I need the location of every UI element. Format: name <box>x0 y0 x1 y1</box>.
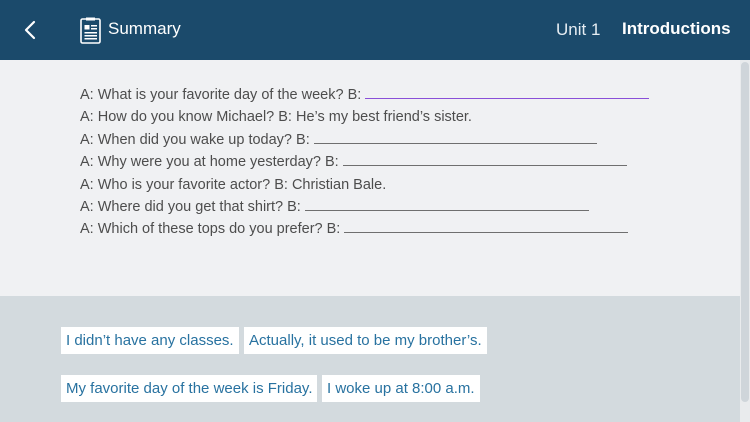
answer-blank[interactable] <box>313 142 597 144</box>
answer-chip[interactable]: I woke up at 8:00 a.m. <box>322 375 480 402</box>
dialog-question: A: When did you wake up today? B: <box>80 131 310 148</box>
summary-link[interactable]: Summary <box>108 19 181 39</box>
dialog-line: A: Which of these tops do you prefer? B: <box>80 218 649 240</box>
answer-chip[interactable]: My favorite day of the week is Friday. <box>61 375 318 402</box>
answer-bank: I didn’t have any classes. Actually, it … <box>0 296 740 422</box>
dialog-question: A: How do you know Michael? B: He’s my b… <box>80 109 472 126</box>
top-bar: Summary Unit 1 Introductions <box>0 0 750 60</box>
dialog-question: A: Why were you at home yesterday? B: <box>80 154 339 171</box>
dialog-line: A: How do you know Michael? B: He’s my b… <box>80 106 649 128</box>
dialog-question: A: Who is your favorite actor? B: Christ… <box>80 176 387 193</box>
answer-chip[interactable]: I didn’t have any classes. <box>61 327 239 354</box>
chevron-left-icon[interactable] <box>16 16 44 44</box>
answer-blank[interactable] <box>342 164 627 167</box>
answer-blank[interactable] <box>365 97 650 99</box>
answer-blank[interactable] <box>304 209 589 211</box>
dialog-line: A: When did you wake up today? B: <box>80 129 649 151</box>
dialog-line: A: What is your favorite day of the week… <box>80 84 650 106</box>
lesson-title: Introductions <box>622 19 731 38</box>
dialog-question: A: Which of these tops do you prefer? B: <box>80 221 341 238</box>
dialog-list: A: What is your favorite day of the week… <box>80 84 650 241</box>
answer-blank[interactable] <box>344 231 629 234</box>
dialog-line: A: Where did you get that shirt? B: <box>80 196 649 218</box>
scrollbar-thumb[interactable] <box>741 62 749 402</box>
dialog-line: A: Why were you at home yesterday? B: <box>80 151 649 173</box>
dialog-question: A: What is your favorite day of the week… <box>80 87 362 103</box>
back-button[interactable] <box>16 16 44 44</box>
document-icon[interactable] <box>80 17 101 44</box>
dialog-line: A: Who is your favorite actor? B: Christ… <box>80 174 649 196</box>
unit-label: Unit 1 <box>556 20 601 39</box>
dialog-question: A: Where did you get that shirt? B: <box>80 198 301 215</box>
answer-chip[interactable]: Actually, it used to be my brother’s. <box>244 327 487 354</box>
